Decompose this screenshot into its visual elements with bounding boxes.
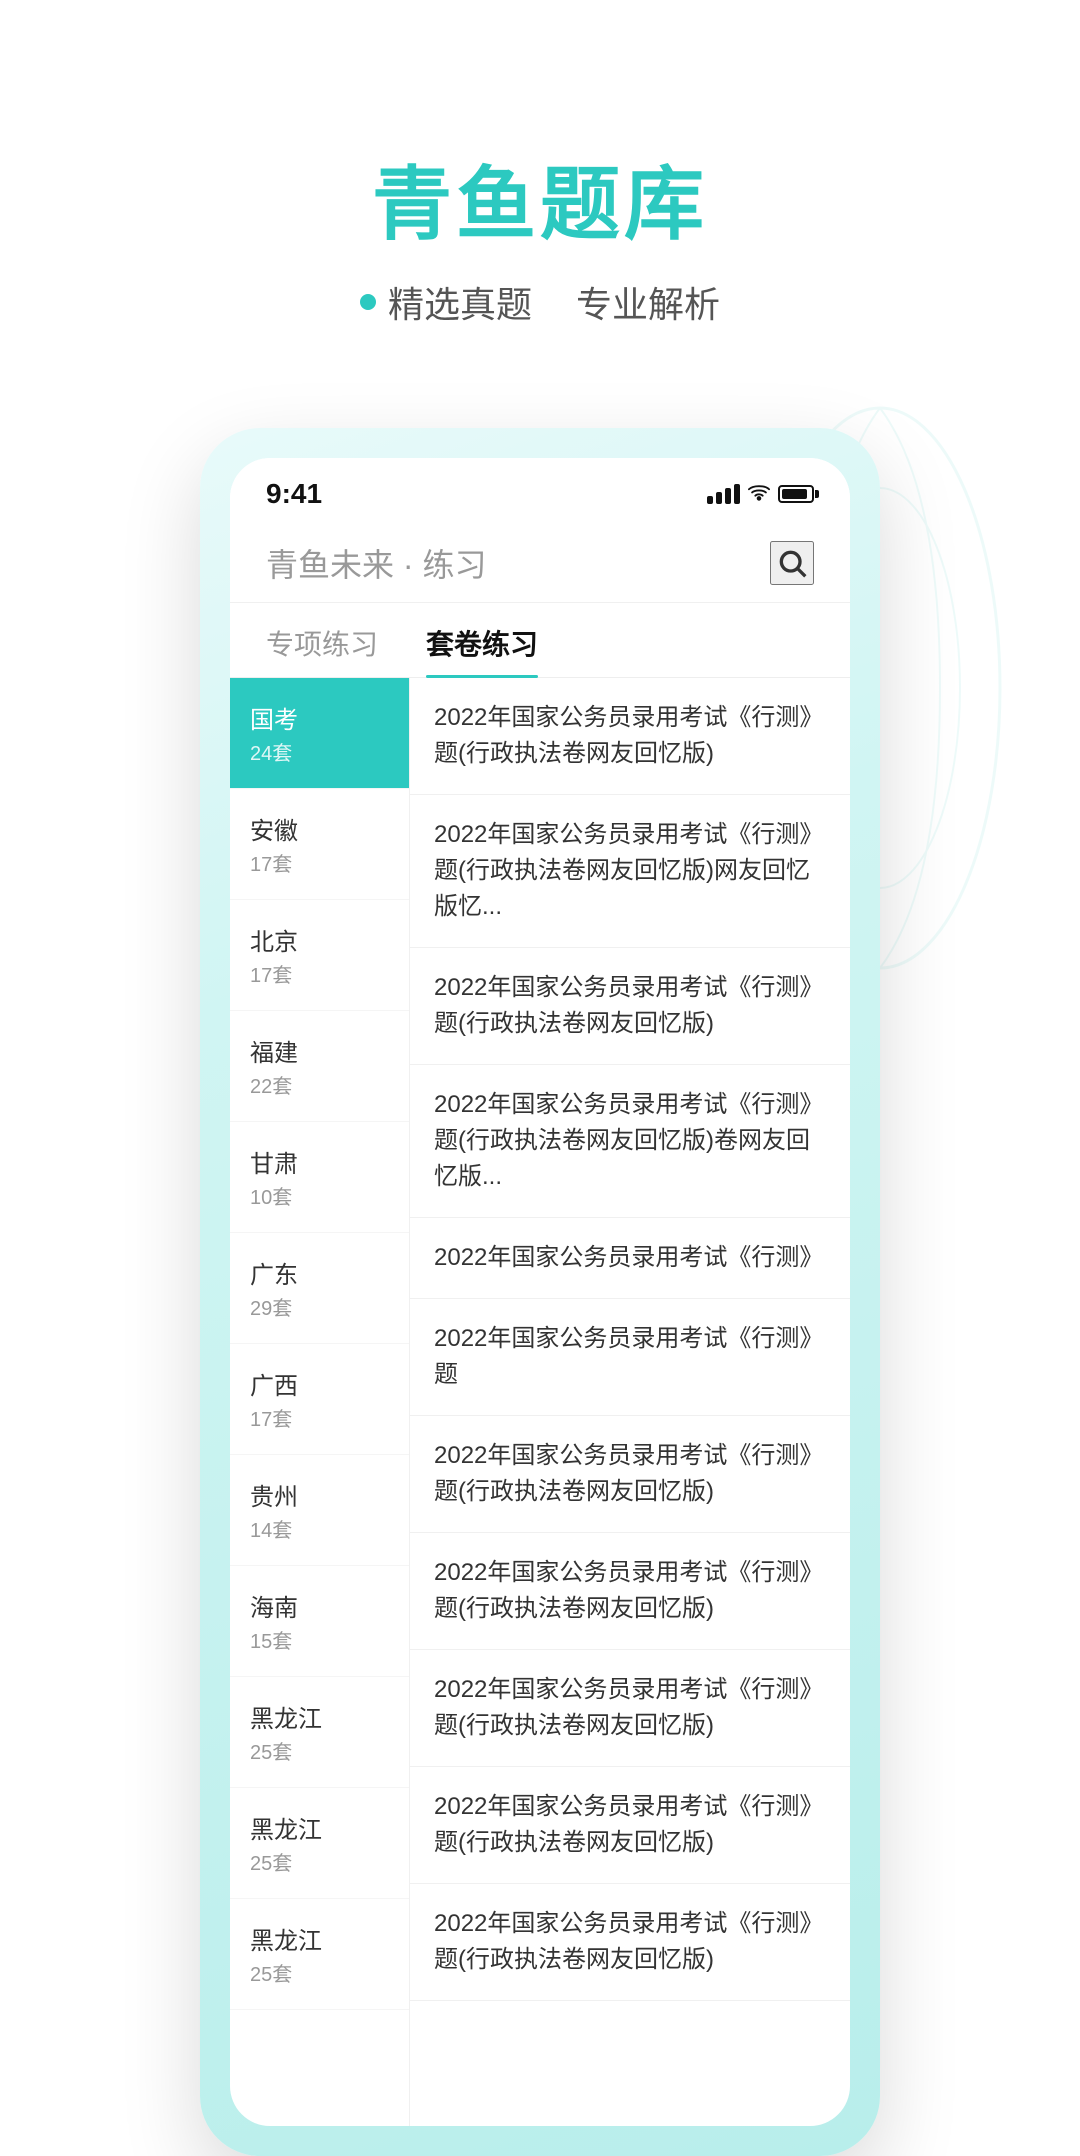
- wifi-icon: [748, 481, 770, 507]
- list-item[interactable]: 2022年国家公务员录用考试《行测》题(行政执法卷网友回忆版): [410, 1767, 850, 1884]
- app-header-title: 青鱼未来 · 练习: [266, 540, 486, 586]
- signal-icon: [707, 484, 740, 504]
- list-item[interactable]: 2022年国家公务员录用考试《行测》题: [410, 1299, 850, 1416]
- phone-wrapper: 9:41: [0, 388, 1080, 2156]
- search-icon: [776, 547, 808, 579]
- hero-subtitle: 精选真题 专业解析: [0, 276, 1080, 328]
- list-item[interactable]: 2022年国家公务员录用考试《行测》题(行政执法卷网友回忆版): [410, 948, 850, 1065]
- sidebar-item-8[interactable]: 海南 15套: [230, 1566, 409, 1677]
- tab-paper-practice[interactable]: 套卷练习: [426, 623, 538, 677]
- status-time: 9:41: [266, 478, 322, 510]
- list-item[interactable]: 2022年国家公务员录用考试《行测》题(行政执法卷网友回忆版): [410, 1650, 850, 1767]
- list-item[interactable]: 2022年国家公务员录用考试《行测》题(行政执法卷网友回忆版): [410, 1533, 850, 1650]
- sidebar-item-1[interactable]: 安徽 17套: [230, 789, 409, 900]
- sidebar-item-11[interactable]: 黑龙江 25套: [230, 1899, 409, 2010]
- list-item[interactable]: 2022年国家公务员录用考试《行测》题(行政执法卷网友回忆版): [410, 1416, 850, 1533]
- search-button[interactable]: [770, 541, 814, 585]
- list-item[interactable]: 2022年国家公务员录用考试《行测》题(行政执法卷网友回忆版)卷网友回忆版...: [410, 1065, 850, 1218]
- sidebar-item-0[interactable]: 国考 24套: [230, 678, 409, 789]
- app-header: 青鱼未来 · 练习: [230, 520, 850, 603]
- exam-list: 2022年国家公务员录用考试《行测》题(行政执法卷网友回忆版) 2022年国家公…: [410, 678, 850, 2126]
- phone-screen: 9:41: [230, 458, 850, 2126]
- sidebar-item-10[interactable]: 黑龙江 25套: [230, 1788, 409, 1899]
- app-title: 青鱼题库: [0, 140, 1080, 256]
- sidebar-item-3[interactable]: 福建 22套: [230, 1011, 409, 1122]
- sidebar-item-6[interactable]: 广西 17套: [230, 1344, 409, 1455]
- hero-section: 青鱼题库 精选真题 专业解析: [0, 0, 1080, 388]
- subtitle-dot: [360, 294, 376, 310]
- subtitle-text1: 精选真题: [388, 276, 532, 328]
- region-sidebar: 国考 24套 安徽 17套 北京 17套 福建 22套: [230, 678, 410, 2126]
- tab-bar: 专项练习 套卷练习: [230, 603, 850, 678]
- subtitle-text2: 专业解析: [576, 276, 720, 328]
- header-separator: ·: [394, 547, 422, 583]
- status-icons: [707, 481, 814, 507]
- sidebar-item-9[interactable]: 黑龙江 25套: [230, 1677, 409, 1788]
- sidebar-item-7[interactable]: 贵州 14套: [230, 1455, 409, 1566]
- list-item[interactable]: 2022年国家公务员录用考试《行测》题(行政执法卷网友回忆版): [410, 1884, 850, 2001]
- list-item[interactable]: 2022年国家公务员录用考试《行测》题(行政执法卷网友回忆版)网友回忆版忆...: [410, 795, 850, 948]
- battery-icon: [778, 485, 814, 503]
- sidebar-item-5[interactable]: 广东 29套: [230, 1233, 409, 1344]
- sidebar-item-4[interactable]: 甘肃 10套: [230, 1122, 409, 1233]
- content-area: 国考 24套 安徽 17套 北京 17套 福建 22套: [230, 678, 850, 2126]
- list-item[interactable]: 2022年国家公务员录用考试《行测》题(行政执法卷网友回忆版): [410, 678, 850, 795]
- list-item[interactable]: 2022年国家公务员录用考试《行测》: [410, 1218, 850, 1299]
- status-bar: 9:41: [230, 458, 850, 520]
- sidebar-item-2[interactable]: 北京 17套: [230, 900, 409, 1011]
- tab-special-practice[interactable]: 专项练习: [266, 623, 378, 677]
- phone-mockup: 9:41: [200, 428, 880, 2156]
